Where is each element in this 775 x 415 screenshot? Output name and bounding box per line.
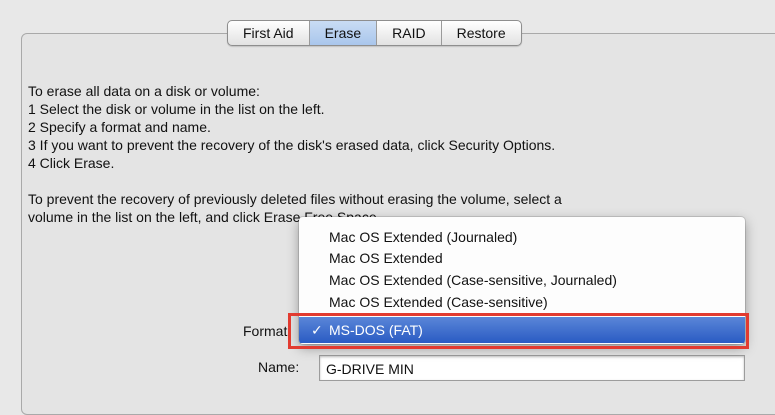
format-dropdown-menu: Mac OS Extended (Journaled) Mac OS Exten… [299, 217, 745, 344]
tab-erase[interactable]: Erase [309, 21, 378, 45]
tab-raid[interactable]: RAID [377, 21, 442, 45]
instruction-line: 4 Click Erase. [28, 155, 115, 171]
erase-instructions: To erase all data on a disk or volume: 1… [28, 82, 758, 226]
checkmark-icon: ✓ [311, 322, 323, 338]
format-option-mac-os-extended[interactable]: Mac OS Extended [299, 248, 745, 269]
format-option-mac-os-extended-journaled[interactable]: Mac OS Extended (Journaled) [299, 227, 745, 248]
instruction-line: 1 Select the disk or volume in the list … [28, 101, 325, 117]
format-option-case-sensitive-journaled[interactable]: Mac OS Extended (Case-sensitive, Journal… [299, 270, 745, 291]
format-option-case-sensitive[interactable]: Mac OS Extended (Case-sensitive) [299, 292, 745, 311]
tab-bar: First Aid Erase RAID Restore [227, 20, 522, 46]
tab-restore[interactable]: Restore [442, 21, 521, 45]
instruction-line: 3 If you want to prevent the recovery of… [28, 137, 556, 153]
name-label: Name: [258, 359, 300, 375]
name-field[interactable]: G-DRIVE MIN [319, 355, 745, 381]
tab-first-aid[interactable]: First Aid [228, 21, 310, 45]
instruction-line: To erase all data on a disk or volume: [28, 83, 260, 99]
format-option-ms-dos-fat[interactable]: ✓ MS-DOS (FAT) [299, 317, 745, 343]
instruction-line: 2 Specify a format and name. [28, 119, 211, 135]
format-option-label: MS-DOS (FAT) [329, 322, 423, 338]
format-label: Format: [243, 323, 292, 339]
erase-free-space-text: To prevent the recovery of previously de… [28, 191, 562, 207]
